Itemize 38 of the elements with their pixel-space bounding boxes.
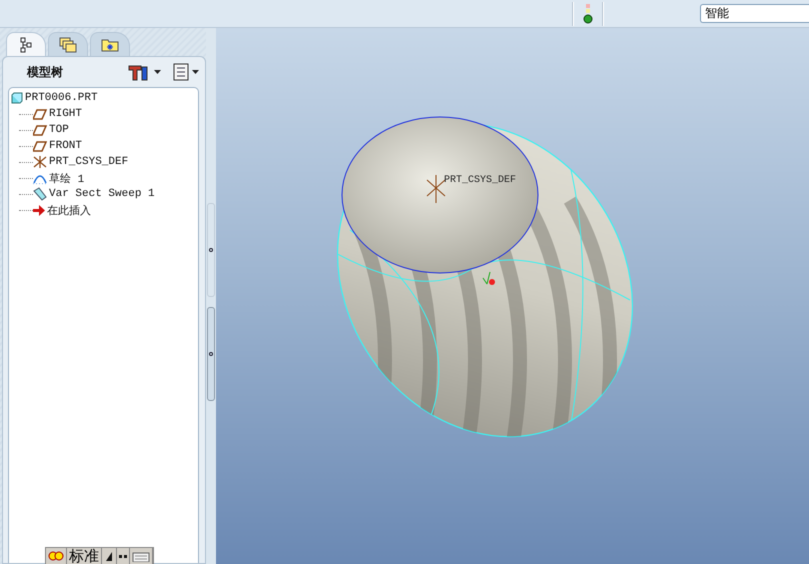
csys-icon (33, 156, 47, 168)
sash-handle[interactable] (207, 203, 215, 297)
grip-icon (209, 248, 213, 252)
folder-icon (101, 38, 119, 52)
sweep-icon (33, 187, 47, 201)
arrow-icon (33, 204, 45, 216)
list-icon (173, 63, 189, 81)
ime-mode[interactable]: 标准 (69, 548, 99, 564)
navigator-tab[interactable] (48, 32, 88, 56)
tree-item[interactable]: Var Sect Sweep 1 (11, 186, 198, 202)
tree-item[interactable]: PRT0006.PRT (11, 90, 198, 106)
search-field[interactable]: 智能 (700, 4, 809, 23)
tree-item[interactable]: PRT_CSYS_DEF (11, 154, 198, 170)
keyboard-icon (132, 550, 150, 562)
traffic-light-icon (583, 2, 593, 24)
tree-item[interactable]: TOP (11, 122, 198, 138)
csys-label: PRT_CSYS_DEF (444, 175, 516, 186)
plane-icon (33, 108, 47, 120)
panel-title: 模型树 (27, 64, 63, 80)
navigator-tab[interactable] (6, 32, 46, 56)
tree-icon (20, 36, 32, 52)
punctuation-icon (119, 554, 127, 558)
ime-logo-icon (48, 549, 64, 563)
sash-handle[interactable] (207, 307, 215, 401)
grip-icon (209, 352, 213, 356)
plane-icon (33, 140, 47, 152)
tree-item[interactable]: 草绘 1 (11, 170, 198, 186)
tree-item[interactable]: FRONT (11, 138, 198, 154)
show-button[interactable] (173, 63, 199, 81)
tree-item[interactable]: RIGHT (11, 106, 198, 122)
caret-icon (154, 70, 161, 74)
plane-icon (33, 124, 47, 136)
settings-button[interactable] (127, 63, 161, 81)
cube-icon (11, 92, 23, 104)
folders-icon (59, 36, 77, 52)
tree-item[interactable]: 在此插入 (11, 202, 198, 218)
caret-icon (192, 70, 199, 74)
navigator-tab[interactable] (90, 32, 130, 56)
